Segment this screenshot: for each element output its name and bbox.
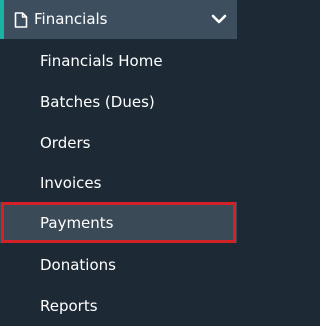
- menu-item-donations[interactable]: Donations: [0, 244, 237, 285]
- menu-item-label: Batches (Dues): [40, 93, 155, 111]
- document-icon: [14, 12, 28, 28]
- sidebar-nav: Financials Financials Home Batches (Dues…: [0, 0, 237, 326]
- menu-item-label: Reports: [40, 297, 98, 315]
- menu-item-label: Invoices: [40, 174, 102, 192]
- menu-item-orders[interactable]: Orders: [0, 122, 237, 163]
- menu-item-financials-home[interactable]: Financials Home: [0, 40, 237, 81]
- financials-section-header[interactable]: Financials: [0, 0, 237, 39]
- menu-item-invoices[interactable]: Invoices: [0, 162, 237, 203]
- menu-item-payments[interactable]: Payments: [0, 202, 237, 243]
- menu-item-reports[interactable]: Reports: [0, 285, 237, 326]
- menu-item-label: Payments: [40, 214, 114, 232]
- menu-item-label: Financials Home: [40, 52, 163, 70]
- section-title: Financials: [34, 10, 108, 28]
- menu-item-batches-dues[interactable]: Batches (Dues): [0, 81, 237, 122]
- menu-item-label: Orders: [40, 134, 91, 152]
- menu-item-label: Donations: [40, 256, 116, 274]
- chevron-down-icon[interactable]: [211, 13, 227, 25]
